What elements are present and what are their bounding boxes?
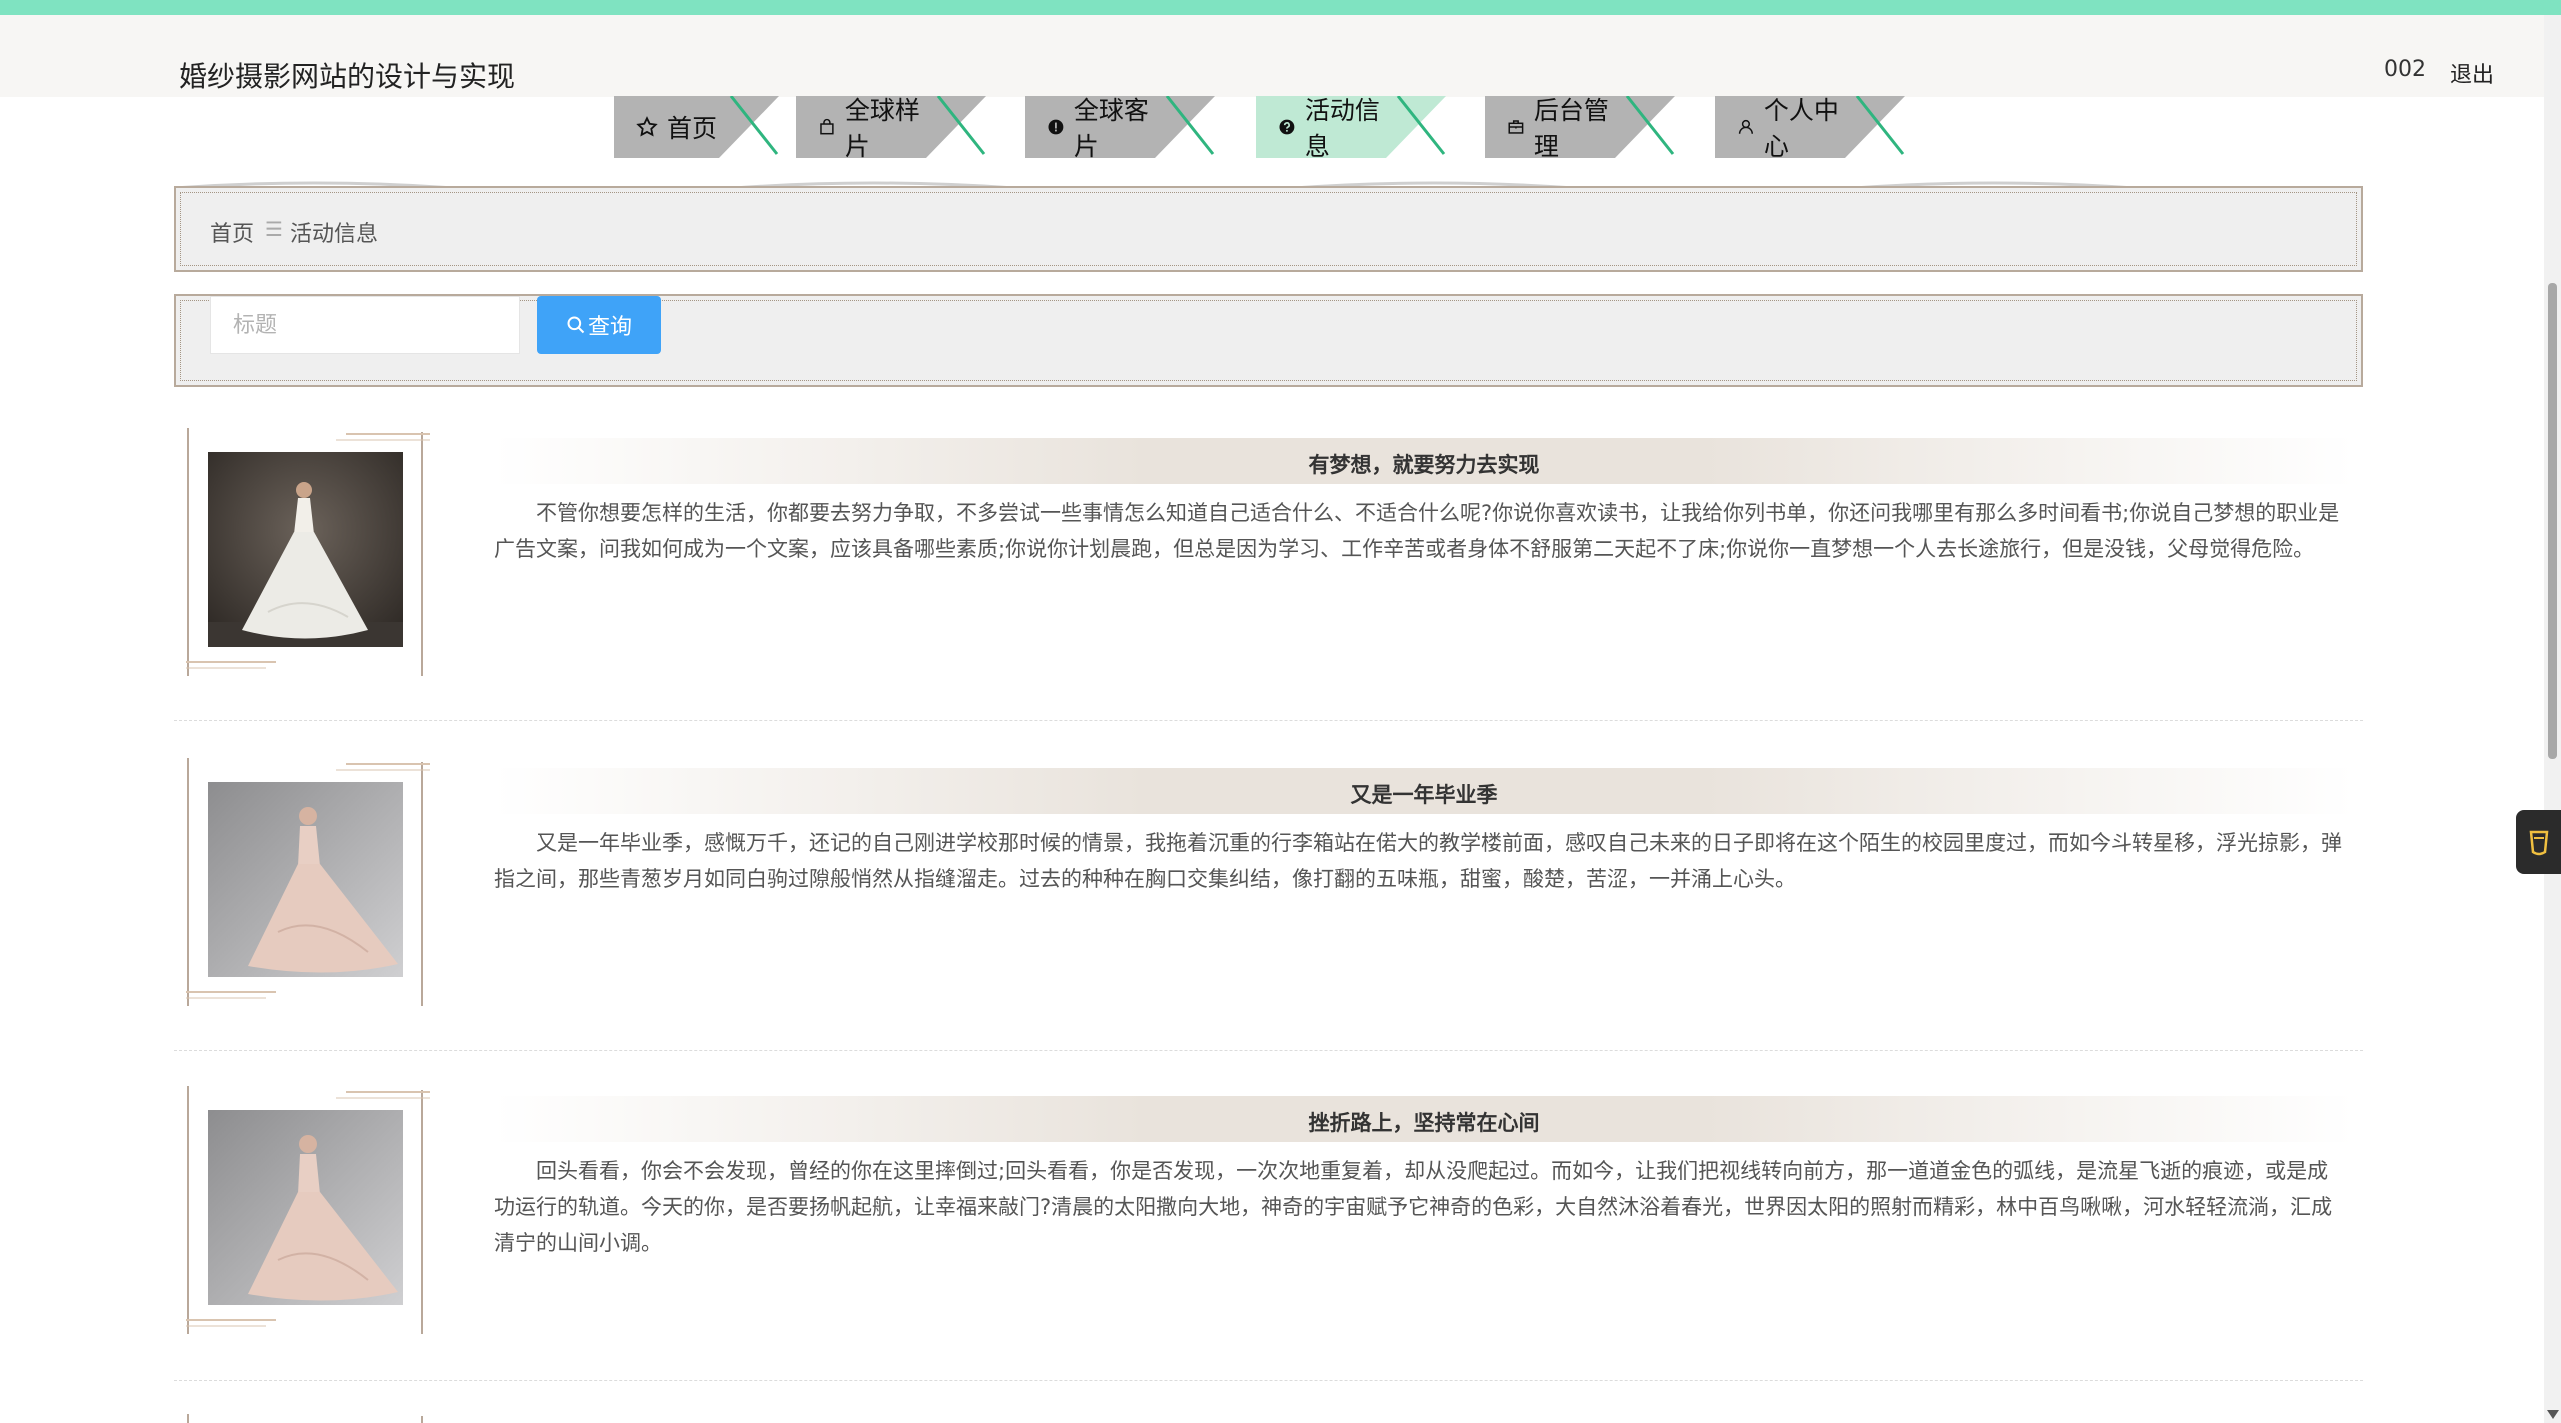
article-item[interactable]: 又是一年毕业季 又是一年毕业季，感慨万千，还记的自己刚进学校那时候的情景，我拖着… [174,758,2363,1018]
article-item[interactable]: 挫折路上，坚持常在心间 回头看看，你会不会发现，曾经的你在这里摔倒过;回头看看，… [174,1086,2363,1346]
article-title[interactable]: 又是一年毕业季 [494,779,2354,809]
bag-icon [820,118,834,135]
article-content: 回头看看，你会不会发现，曾经的你在这里摔倒过;回头看看，你是否发现，一次次地重复… [494,1159,2333,1255]
tab-global-samples-label: 全球样片 [844,96,920,161]
main-nav: 首页 全球样片 全球客片 活动信息 后台管理 个人中心 [0,96,2544,161]
header: 婚纱摄影网站的设计与实现 002 退出 [0,15,2544,97]
scrollbar-thumb[interactable] [2548,283,2557,759]
article-image[interactable] [208,782,403,977]
article-divider [174,720,2363,721]
tab-activity-info-label: 活动信息 [1304,96,1380,161]
breadcrumb-home[interactable]: 首页 [210,216,254,248]
article-image[interactable] [208,1110,403,1305]
search-icon [567,316,585,334]
logout-button[interactable]: 退出 [2450,57,2494,89]
article-divider [174,1050,2363,1051]
article-content: 又是一年毕业季，感慨万千，还记的自己刚进学校那时候的情景，我拖着沉重的行李箱站在… [494,831,2342,891]
user-icon [1738,119,1753,134]
breadcrumb-current: 活动信息 [290,222,379,247]
search-button[interactable]: 查询 [537,296,661,354]
breadcrumb-separator-icon: ☰ [265,217,283,241]
scroll-down-arrow-icon[interactable] [2547,1410,2559,1419]
question-circle-icon [1279,119,1295,135]
page-scrollbar[interactable] [2544,15,2561,1423]
username[interactable]: 002 [2384,57,2426,82]
exclamation-circle-icon [1048,119,1064,135]
article-title[interactable]: 挫折路上，坚持常在心间 [494,1107,2354,1137]
article-divider [174,1380,2363,1381]
cup-icon [2529,830,2549,856]
tab-global-clients-label: 全球客片 [1073,96,1149,161]
star-icon [636,116,658,137]
briefcase-icon [1508,120,1524,134]
tab-admin-label: 后台管理 [1533,96,1609,161]
title-search-input[interactable] [210,296,520,354]
search-button-label: 查询 [587,314,632,339]
search-panel: 查询 [174,294,2363,387]
breadcrumb: 首页 ☰ 活动信息 [174,186,2363,272]
floating-side-button[interactable] [2516,810,2561,874]
photo-frame-decoration [187,1414,423,1423]
article-item[interactable]: 有梦想，就要努力去实现 不管你想要怎样的生活，你都要去努力争取，不多尝试一些事情… [174,428,2363,688]
tab-personal-center-label: 个人中心 [1763,96,1839,161]
article-image[interactable] [208,452,403,647]
article-content: 不管你想要怎样的生活，你都要去努力争取，不多尝试一些事情怎么知道自己适合什么、不… [494,501,2340,561]
site-title: 婚纱摄影网站的设计与实现 [179,60,516,93]
tab-home-label: 首页 [667,114,718,143]
top-accent-strip [0,0,2561,15]
article-title[interactable]: 有梦想，就要努力去实现 [494,449,2354,479]
